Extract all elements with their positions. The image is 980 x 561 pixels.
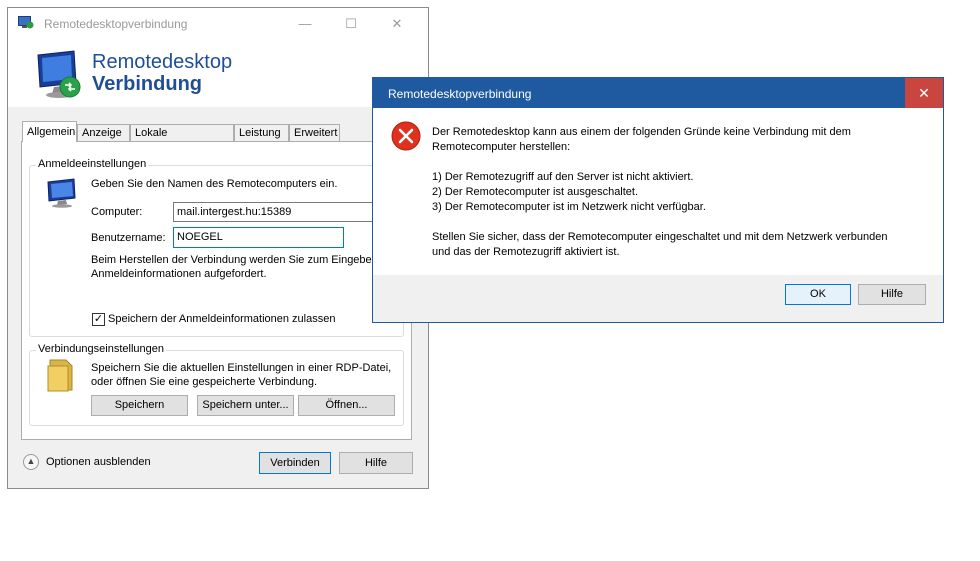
tab-erweitert[interactable]: Erweitert bbox=[289, 124, 340, 141]
save-credentials-label: Speichern der Anmeldeinformationen zulas… bbox=[108, 313, 336, 325]
error-advice-line2: und das der Remotezugriff aktiviert ist. bbox=[432, 246, 620, 258]
username-field-value: NOEGEL bbox=[177, 231, 223, 243]
main-title-bar[interactable]: Remotedesktopverbindung — ☐ ✕ bbox=[8, 8, 428, 39]
computer-input[interactable]: mail.intergest.hu:15389 ▾ bbox=[173, 202, 385, 222]
error-dialog-title-bar[interactable]: Remotedesktopverbindung ✕ bbox=[373, 78, 943, 108]
error-dialog-close-button[interactable]: ✕ bbox=[905, 78, 943, 108]
header-banner: Remotedesktop Verbindung bbox=[8, 39, 428, 107]
remote-desktop-app-icon bbox=[18, 16, 34, 29]
rdp-main-window: Remotedesktopverbindung — ☐ ✕ Remotedesk… bbox=[7, 7, 429, 489]
save-credentials-checkbox[interactable]: ✓ bbox=[92, 313, 105, 326]
login-info-line2: Anmeldeinformationen aufgefordert. bbox=[91, 268, 267, 280]
error-dialog-title: Remotedesktopverbindung bbox=[388, 87, 532, 101]
help-button[interactable]: Hilfe bbox=[339, 452, 413, 474]
banner-title-line1: Remotedesktop bbox=[92, 51, 233, 73]
save-button[interactable]: Speichern bbox=[91, 395, 188, 416]
computer-label: Computer: bbox=[91, 206, 143, 218]
login-info-line1: Beim Herstellen der Verbindung werden Si… bbox=[91, 254, 399, 266]
login-settings-label: Anmeldeeinstellungen bbox=[36, 158, 149, 170]
folder-icon bbox=[47, 359, 73, 392]
ok-button[interactable]: OK bbox=[785, 284, 851, 305]
username-field[interactable]: NOEGEL bbox=[173, 227, 344, 248]
banner-title-line2: Verbindung bbox=[92, 73, 202, 95]
maximize-button[interactable]: ☐ bbox=[328, 8, 374, 39]
save-as-button[interactable]: Speichern unter... bbox=[197, 395, 294, 416]
login-settings-group bbox=[29, 165, 404, 337]
computer-instruction-text: Geben Sie den Namen des Remotecomputers … bbox=[91, 178, 338, 190]
minimize-button[interactable]: — bbox=[282, 8, 328, 39]
collapse-options-icon[interactable]: ▲ bbox=[23, 454, 39, 470]
error-help-button[interactable]: Hilfe bbox=[858, 284, 926, 305]
tab-panel-allgemein: Anmeldeeinstellungen Geben Sie den Namen… bbox=[21, 141, 412, 440]
computer-input-value: mail.intergest.hu:15389 bbox=[177, 206, 292, 218]
error-reason-1: 1) Der Remotezugriff auf den Server ist … bbox=[432, 171, 694, 183]
connection-info-line2: oder öffnen Sie eine gespeicherte Verbin… bbox=[91, 376, 318, 388]
error-icon bbox=[391, 121, 421, 151]
remote-desktop-monitor-icon bbox=[37, 50, 81, 98]
connection-info-line1: Speichern Sie die aktuellen Einstellunge… bbox=[91, 362, 392, 374]
connection-settings-label: Verbindungseinstellungen bbox=[36, 343, 166, 355]
error-dialog: Remotedesktopverbindung ✕ Der Remotedesk… bbox=[372, 77, 944, 323]
open-button[interactable]: Öffnen... bbox=[298, 395, 395, 416]
error-message-line2: Remotecomputer herstellen: bbox=[432, 141, 571, 153]
hide-options-label[interactable]: Optionen ausblenden bbox=[46, 456, 151, 468]
username-label: Benutzername: bbox=[91, 232, 166, 244]
close-button[interactable]: ✕ bbox=[374, 8, 420, 39]
tab-anzeige[interactable]: Anzeige bbox=[77, 124, 130, 141]
error-reason-3: 3) Der Remotecomputer ist im Netzwerk ni… bbox=[432, 201, 706, 213]
tab-allgemein[interactable]: Allgemein bbox=[22, 121, 77, 142]
tab-lokale-ressourcen[interactable]: Lokale Ressourcen bbox=[130, 124, 234, 156]
error-reason-2: 2) Der Remotecomputer ist ausgeschaltet. bbox=[432, 186, 639, 198]
computer-icon bbox=[47, 178, 76, 208]
error-advice-line1: Stellen Sie sicher, dass der Remotecompu… bbox=[432, 231, 888, 243]
connect-button[interactable]: Verbinden bbox=[259, 452, 331, 474]
tab-leistung[interactable]: Leistung bbox=[234, 124, 289, 141]
main-window-title: Remotedesktopverbindung bbox=[44, 17, 188, 31]
error-message-line1: Der Remotedesktop kann aus einem der fol… bbox=[432, 126, 851, 138]
error-dialog-footer: OK Hilfe bbox=[373, 275, 943, 322]
